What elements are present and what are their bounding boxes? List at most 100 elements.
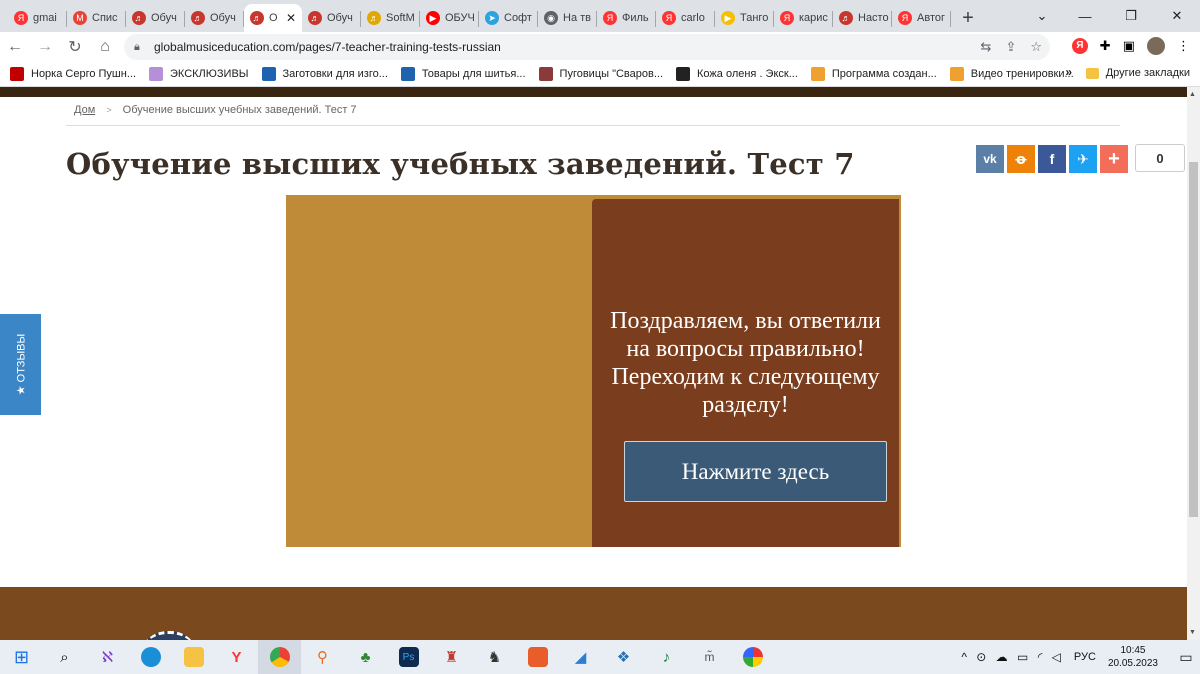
bookmark-favicon-icon [676,66,691,81]
page-scrollbar[interactable]: ▲ ▼ [1187,87,1200,640]
tab-favicon-icon: Я [603,11,617,25]
forward-icon[interactable]: → [30,38,60,56]
odnoklassniki-share-icon[interactable]: ꝋ [1007,145,1035,173]
restore-button[interactable]: ❐ [1108,0,1154,32]
translate-icon[interactable]: ⇆ [981,39,992,55]
tab-label: Обуч [327,12,353,24]
bookmarks-overflow-icon[interactable]: » [1065,65,1072,79]
app-icon[interactable]: ◢ [559,640,602,674]
browser-tab[interactable]: M Спис [67,4,126,32]
close-window-button[interactable]: ✕ [1154,0,1200,32]
share-icon[interactable]: ⇪ [1005,39,1016,55]
more-share-icon[interactable]: + [1100,145,1128,173]
tab-favicon-icon: ♬ [250,11,264,25]
tab-favicon-icon: Я [780,11,794,25]
bookmark-item[interactable]: Кожа оленя . Экск... [676,66,798,81]
search-icon[interactable]: ⌕ [43,640,86,674]
tab-favicon-icon: ➤ [485,11,499,25]
yandex-browser-icon[interactable]: Y [215,640,258,674]
edge-icon[interactable] [129,640,172,674]
browser-tab[interactable]: ♬ Обуч [185,4,244,32]
page-title: Обучение высших учебных заведений. Тест … [66,147,855,181]
tab-favicon-icon: ▶ [426,11,440,25]
app-icon[interactable]: ❖ [602,640,645,674]
browser-tab[interactable]: ♬ SoftM [361,4,420,32]
browser-tab[interactable]: Яgmai [8,4,67,32]
browser-tab[interactable]: ▶ ОБУЧ [420,4,479,32]
scroll-up-icon[interactable]: ▲ [1189,91,1196,98]
language-indicator[interactable]: РУС [1074,651,1096,663]
reload-icon[interactable]: ↻ [60,37,90,57]
notification-icon[interactable]: ▭ [1172,649,1200,666]
bookmark-item[interactable]: Заготовки для изго... [261,66,388,81]
bookmarks-bar: Норка Серго Пушн... ЭКСКЛЮЗИВЫ Заготовки д… [0,61,1200,86]
bookmark-item[interactable]: Пуговицы "Сваров... [538,66,663,81]
url-text: globalmusiceducation.com/pages/7-teacher… [154,40,501,54]
windows-start-icon[interactable]: ⊞ [0,640,43,674]
tab-favicon-icon: ♬ [839,11,853,25]
scrollbar-thumb[interactable] [1189,162,1198,517]
app-icon[interactable]: ♪ [645,640,688,674]
extensions-puzzle-icon[interactable]: ✚ [1100,38,1111,54]
profile-avatar[interactable] [1147,37,1165,55]
bookmark-item[interactable]: Программа создан... [810,66,937,81]
browser-tab[interactable]: ♬ Насто [833,4,892,32]
side-panel-icon[interactable]: ▣ [1123,38,1135,54]
app-icon[interactable]: m̃ [688,640,731,674]
app-icon[interactable]: ♜ [430,640,473,674]
tab-close-icon[interactable]: ✕ [286,11,296,25]
yandex-extension-icon[interactable]: Я [1071,38,1088,54]
browser-tab[interactable]: ➤ Софт [479,4,538,32]
share-buttons: vk ꝋ f ✈ + [976,145,1128,173]
browser-tab[interactable]: ♬ Обуч [302,4,361,32]
app-icon[interactable]: ℵ [86,640,129,674]
bookmark-item[interactable]: Норка Серго Пушн... [10,66,136,81]
bookmark-star-icon[interactable]: ☆ [1030,39,1042,55]
bookmark-label: Программа создан... [831,67,937,80]
tab-strip: Яgmai M Спис ♬ Обуч ♬ Обуч ♬ О ✕ ♬ Обуч ♬ SoftM ▶ ОБУЧ ➤… [0,0,1200,32]
tab-label: Автог [917,12,945,24]
browser-tab[interactable]: Яcarlo [656,4,715,32]
vk-share-icon[interactable]: vk [976,145,1004,173]
clock-time: 10:45 [1120,645,1146,656]
twitter-share-icon[interactable]: ✈ [1069,145,1097,173]
scroll-down-icon[interactable]: ▼ [1189,629,1196,636]
app-icon[interactable]: ♞ [473,640,516,674]
lock-icon[interactable]: 🔒︎ [134,41,146,54]
browser-tab[interactable]: ♬ Обуч [126,4,185,32]
app-icon[interactable] [731,640,774,674]
facebook-share-icon[interactable]: f [1038,145,1066,173]
address-bar[interactable]: 🔒︎ globalmusiceducation.com/pages/7-teac… [124,34,1050,60]
music-app-icon[interactable]: ♣ [344,640,387,674]
browser-tab[interactable]: ♬ О ✕ [244,4,302,32]
tray-icons[interactable]: ^ ⊙ ☁ ▭ ◜ ◁ [961,650,1064,664]
browser-tab[interactable]: Якарис [774,4,833,32]
reviews-tab[interactable]: ★ ОТЗЫВЫ [0,314,41,415]
folder-icon [1085,67,1099,79]
bookmark-item[interactable]: ЭКСКЛЮЗИВЫ [149,66,249,81]
file-explorer-icon[interactable] [172,640,215,674]
windows-taskbar: ⊞ ⌕ ℵ Y ⚲ ♣ Ps ♜ ♞ ◢ ❖ ♪ m̃ ^ ⊙ ☁ ▭ ◜ ◁ … [0,640,1200,674]
back-icon[interactable]: ← [0,38,30,56]
media-player-icon[interactable] [516,640,559,674]
tab-search-icon[interactable]: ⌄ [1022,0,1062,32]
minimize-button[interactable]: — [1062,0,1108,32]
bookmark-item[interactable]: Товары для шитья... [400,66,526,81]
continue-button[interactable]: Нажмите здесь [624,441,887,502]
clock[interactable]: 10:45 20.05.2023 [1108,644,1158,670]
home-icon[interactable]: ⌂ [90,38,120,56]
bookmark-label: Кожа оленя . Экск... [697,67,798,80]
breadcrumb-home-link[interactable]: Дом [74,104,95,116]
menu-kebab-icon[interactable]: ⋮ [1177,38,1190,54]
bookmark-item[interactable]: Видео тренировки... [949,66,1074,81]
photoshop-icon[interactable]: Ps [387,640,430,674]
new-tab-button[interactable]: + [951,4,985,32]
other-bookmarks[interactable]: Другие закладки [1085,67,1190,79]
browser-tab[interactable]: ◉ На тв [538,4,597,32]
bookmark-favicon-icon [400,66,415,81]
chrome-icon[interactable] [258,640,301,674]
search-app-icon[interactable]: ⚲ [301,640,344,674]
browser-tab[interactable]: ▶ Танго [715,4,774,32]
browser-tab[interactable]: Я Автог [892,4,951,32]
browser-tab[interactable]: Я Филь [597,4,656,32]
